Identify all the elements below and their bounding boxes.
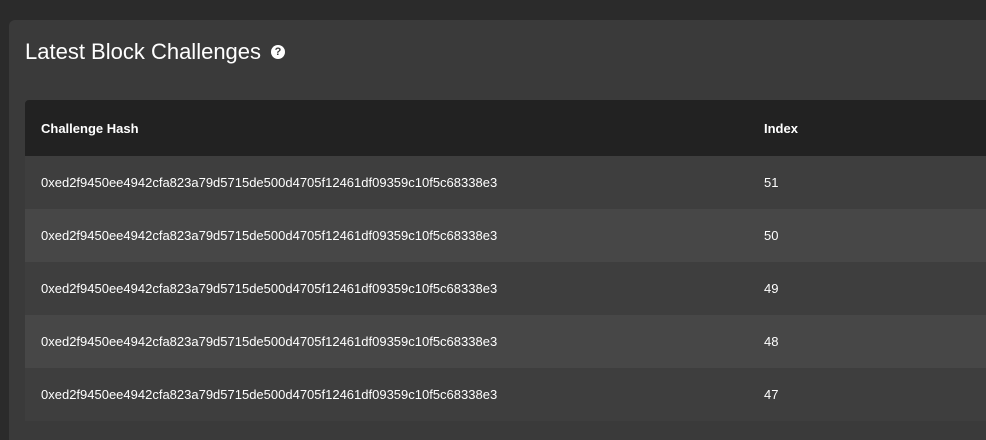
index-cell: 50 <box>764 228 779 243</box>
table-row[interactable]: 0xed2f9450ee4942cfa823a79d5715de500d4705… <box>25 315 986 368</box>
panel-title: Latest Block Challenges ? <box>25 38 286 66</box>
challenge-hash-cell: 0xed2f9450ee4942cfa823a79d5715de500d4705… <box>41 334 498 349</box>
column-header-challenge-hash[interactable]: Challenge Hash <box>25 121 764 136</box>
index-cell: 51 <box>764 175 779 190</box>
challenge-hash-cell: 0xed2f9450ee4942cfa823a79d5715de500d4705… <box>41 387 498 402</box>
column-header-index[interactable]: Index <box>764 121 986 136</box>
latest-block-challenges-panel: Latest Block Challenges ? Challenge Hash… <box>9 20 986 440</box>
table-row[interactable]: 0xed2f9450ee4942cfa823a79d5715de500d4705… <box>25 156 986 209</box>
challenge-hash-cell: 0xed2f9450ee4942cfa823a79d5715de500d4705… <box>41 228 498 243</box>
table-row[interactable]: 0xed2f9450ee4942cfa823a79d5715de500d4705… <box>25 368 986 421</box>
challenges-table: Challenge Hash Index 0xed2f9450ee4942cfa… <box>25 100 986 421</box>
challenge-hash-cell: 0xed2f9450ee4942cfa823a79d5715de500d4705… <box>41 175 498 190</box>
challenge-hash-cell: 0xed2f9450ee4942cfa823a79d5715de500d4705… <box>41 281 498 296</box>
panel-title-text: Latest Block Challenges <box>25 39 262 64</box>
index-cell: 47 <box>764 387 779 402</box>
table-header: Challenge Hash Index <box>25 100 986 156</box>
table-row[interactable]: 0xed2f9450ee4942cfa823a79d5715de500d4705… <box>25 209 986 262</box>
table-row[interactable]: 0xed2f9450ee4942cfa823a79d5715de500d4705… <box>25 262 986 315</box>
question-circle-icon[interactable]: ? <box>271 45 286 59</box>
index-cell: 48 <box>764 334 779 349</box>
index-cell: 49 <box>764 281 779 296</box>
